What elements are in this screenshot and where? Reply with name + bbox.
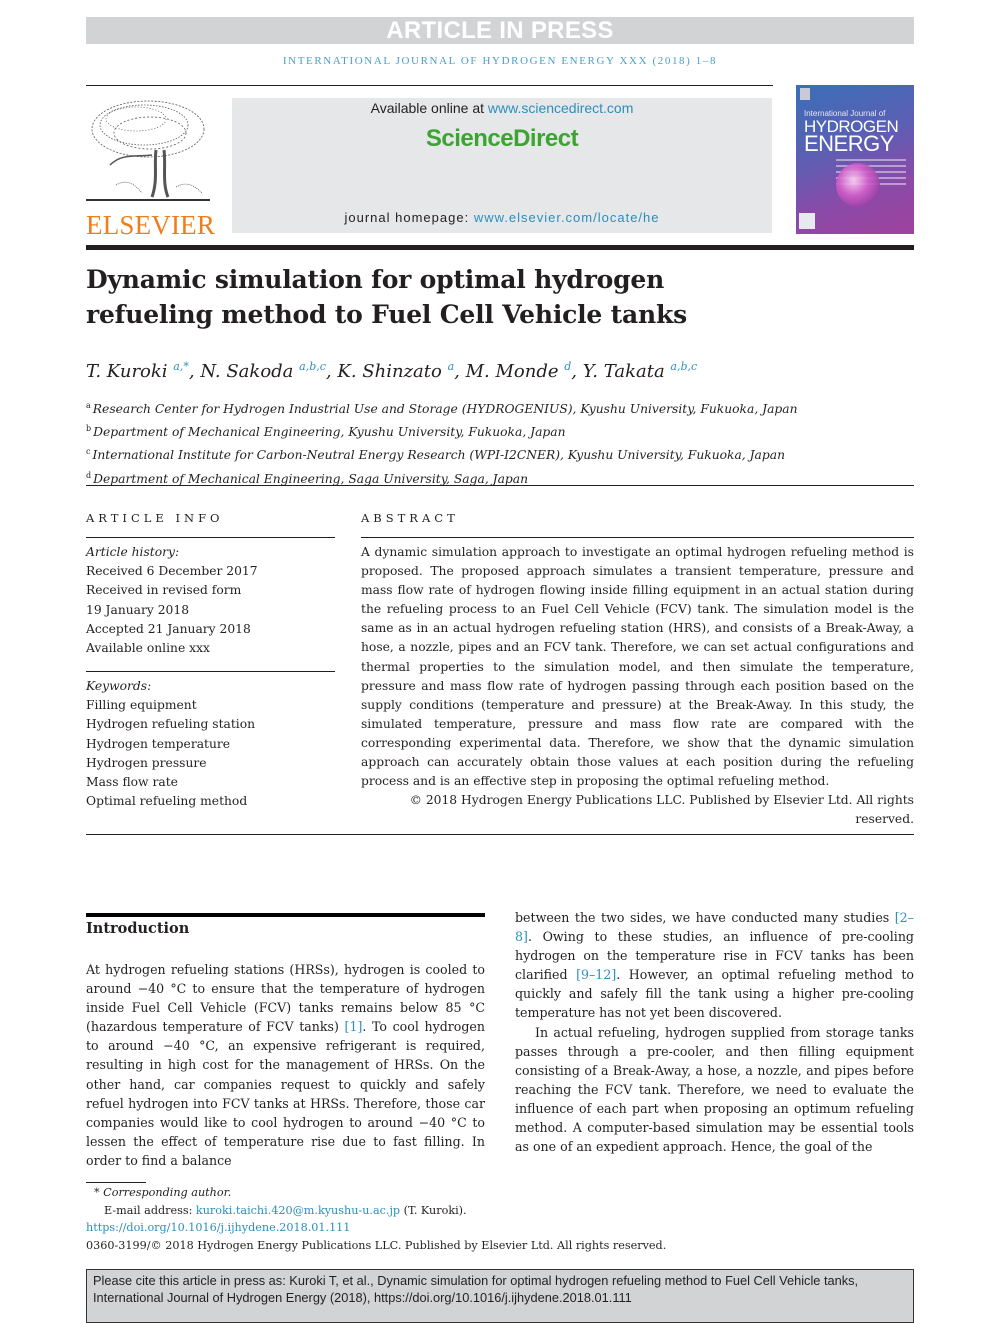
keyword: Filling equipment (86, 698, 197, 713)
history-item: Accepted 21 January 2018 (86, 621, 251, 636)
author[interactable]: N. Sakoda a,b,c (200, 360, 326, 382)
body-column-right: between the two sides, we have conducted… (515, 908, 914, 1156)
keyword: Optimal refueling method (86, 794, 248, 809)
paragraph: between the two sides, we have conducted… (515, 910, 914, 1021)
journal-homepage-link[interactable]: www.elsevier.com/locate/he (474, 210, 660, 225)
header-rule-top (86, 85, 773, 86)
article-history-label: Article history: (86, 545, 180, 559)
article-info-heading: ARTICLE INFO (86, 511, 224, 525)
reference-link[interactable]: [9–12] (576, 967, 616, 982)
doi-link[interactable]: https://doi.org/10.1016/j.ijhydene.2018.… (86, 1221, 350, 1234)
abstract-end-rule (86, 834, 914, 835)
sciencedirect-link[interactable]: www.sciencedirect.com (488, 100, 634, 116)
history-item: Received 6 December 2017 (86, 564, 258, 579)
author-affil-marks: d (564, 360, 572, 373)
paragraph: At hydrogen refueling stations (HRSs), h… (86, 962, 485, 1168)
article-info-rule (86, 537, 335, 538)
author[interactable]: Y. Takata a,b,c (583, 360, 698, 382)
author[interactable]: K. Shinzato a (337, 360, 455, 382)
affiliation-list: a Research Center for Hydrogen Industrial… (86, 396, 916, 489)
journal-homepage-line: journal homepage: www.elsevier.com/locat… (232, 210, 772, 225)
abstract-body: A dynamic simulation approach to investi… (361, 543, 914, 829)
header-rule-bottom (86, 245, 914, 250)
keywords-rule (86, 671, 335, 672)
footnotes: * Corresponding author. E-mail address: … (86, 1184, 916, 1254)
cover-elsevier-mark-icon (800, 88, 810, 100)
keyword: Hydrogen refueling station (86, 717, 256, 732)
cover-orb-graphic-icon (836, 163, 880, 207)
available-online-label: Available online at (370, 100, 488, 116)
history-item: Available online xxx (86, 641, 210, 656)
elsevier-tree-icon (86, 100, 210, 201)
journal-running-header: International Journal of Hydrogen Energy… (282, 55, 718, 67)
abstract-copyright: © 2018 Hydrogen Energy Publications LLC.… (409, 793, 914, 827)
article-title: Dynamic simulation for optimal hydrogen … (86, 265, 687, 329)
keywords-label: Keywords: (86, 679, 152, 693)
keyword: Hydrogen pressure (86, 755, 207, 770)
affiliation-divider (86, 485, 914, 486)
article-in-press-banner: ARTICLE IN PRESS (86, 17, 914, 44)
affiliation: b Department of Mechanical Engineering, K… (86, 424, 566, 440)
sciencedirect-logo[interactable]: ScienceDirect (232, 125, 772, 153)
introduction-heading: Introduction (86, 920, 190, 937)
reference-link[interactable]: [1] (345, 1019, 363, 1034)
available-online-line: Available online at www.sciencedirect.co… (232, 100, 772, 116)
journal-cover-image[interactable]: International Journal of HYDROGEN ENERGY (796, 85, 914, 234)
history-item: Received in revised form (86, 583, 242, 598)
author-affil-marks: a (447, 360, 455, 373)
citation-line: International Journal of Hydrogen Energy… (93, 1290, 632, 1305)
keyword: Mass flow rate (86, 775, 178, 790)
cover-title-line2: ENERGY (804, 131, 894, 156)
author-email-link[interactable]: kuroki.taichi.420@m.kyushu-u.ac.jp (196, 1204, 400, 1217)
elsevier-logo[interactable]: ELSEVIER (86, 95, 215, 240)
author-affil-marks: a,b,c (299, 360, 326, 373)
abstract-rule (361, 537, 914, 538)
history-item: 19 January 2018 (86, 602, 190, 617)
author[interactable]: M. Monde d (466, 360, 572, 382)
section-rule (86, 913, 485, 917)
citation-line: Please cite this article in press as: Ku… (93, 1273, 859, 1288)
keyword: Hydrogen temperature (86, 736, 231, 751)
author-list: T. Kuroki a,*, N. Sakoda a,b,c, K. Shinz… (86, 360, 698, 382)
email-note: E-mail address: kuroki.taichi.420@m.kyus… (104, 1203, 467, 1217)
citation-box: Please cite this article in press as: Ku… (86, 1269, 914, 1323)
author-affil-marks: a,* (173, 360, 189, 373)
journal-homepage-label: journal homepage: (344, 210, 474, 225)
sciencedirect-header-box: Available online at www.sciencedirect.co… (232, 98, 772, 233)
keywords: Keywords: Filling equipment Hydrogen ref… (86, 677, 346, 811)
issn-copyright-line: 0360-3199/© 2018 Hydrogen Energy Publica… (86, 1238, 667, 1252)
corresponding-author-note: * Corresponding author. (94, 1186, 232, 1199)
author[interactable]: T. Kuroki a,* (86, 360, 189, 382)
cover-society-badge-icon (799, 213, 815, 229)
author-affil-marks: a,b,c (670, 360, 698, 373)
affiliation: c International Institute for Carbon-Neut… (86, 447, 786, 463)
abstract-heading: ABSTRACT (361, 511, 459, 525)
body-column-left: At hydrogen refueling stations (HRSs), h… (86, 960, 485, 1170)
paragraph: In actual refueling, hydrogen supplied f… (515, 1024, 914, 1155)
abstract-text: A dynamic simulation approach to investi… (361, 545, 914, 789)
elsevier-wordmark: ELSEVIER (86, 210, 216, 240)
footnote-rule (86, 1182, 146, 1183)
affiliation: a Research Center for Hydrogen Industrial… (86, 401, 798, 416)
article-history: Article history: Received 6 December 201… (86, 543, 346, 658)
